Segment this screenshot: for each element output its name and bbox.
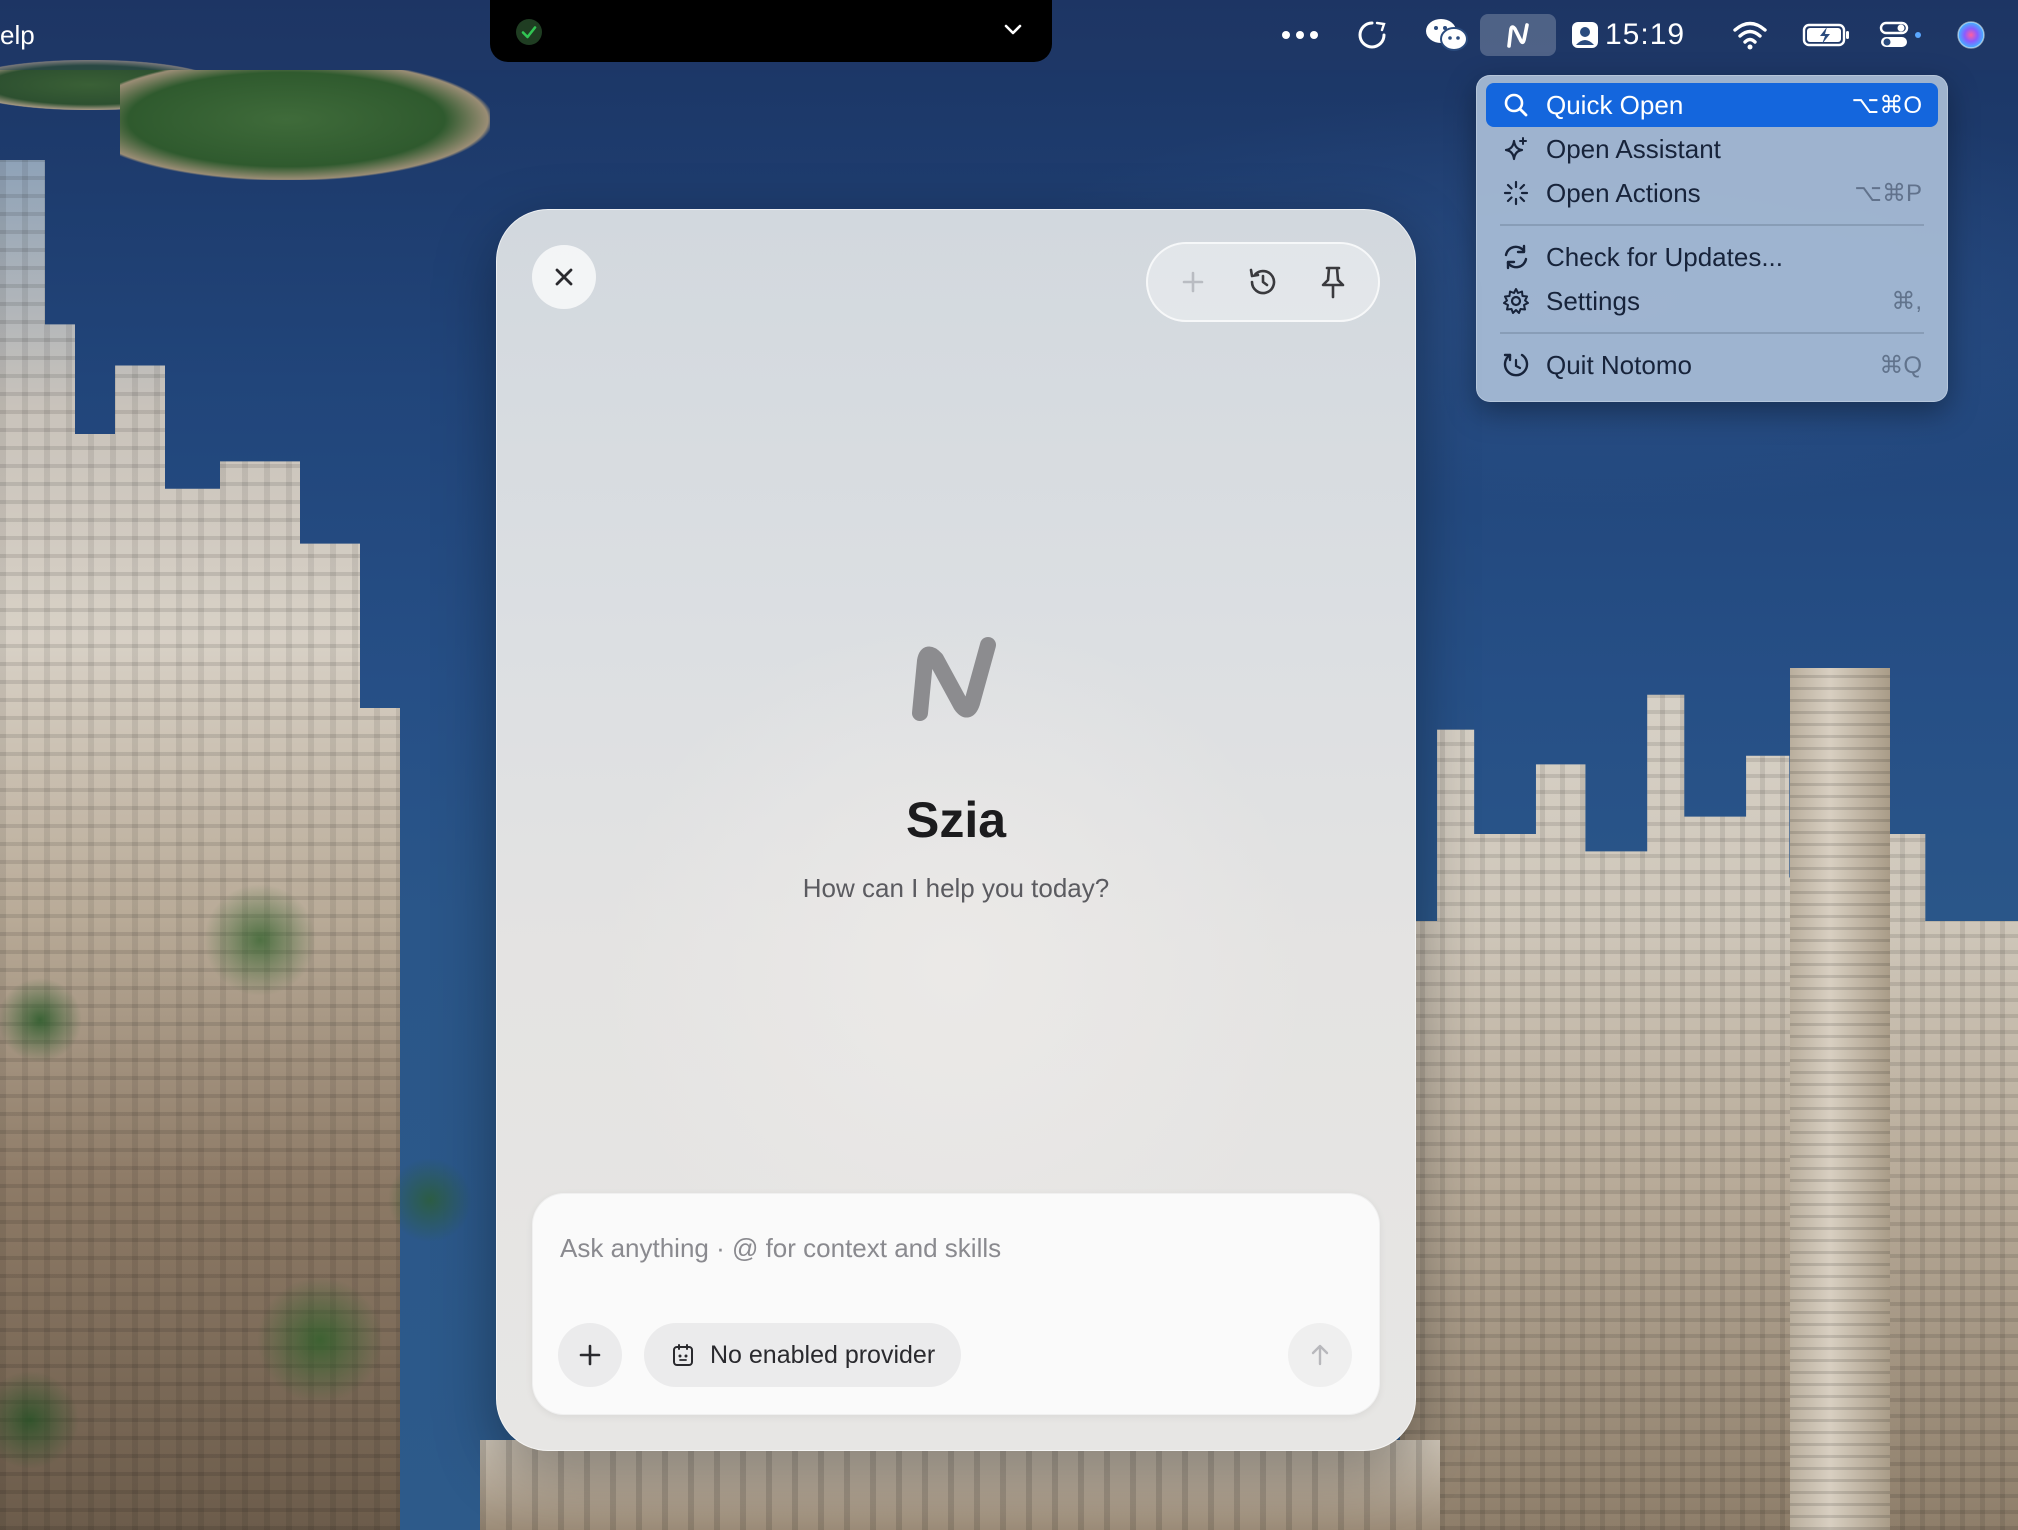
notomo-icon[interactable] [1480,14,1556,56]
siri-icon[interactable] [1952,14,1990,56]
wechat-icon[interactable] [1422,14,1472,56]
calendar-robot-icon [672,1343,694,1367]
panel-toolbar [1146,242,1380,322]
overflow-dots-icon[interactable] [1278,14,1322,56]
menu-item-label: Quick Open [1546,89,1684,120]
wifi-icon[interactable] [1728,14,1772,56]
user-accounts-icon[interactable] [1566,14,1604,56]
menu-item-settings[interactable]: Settings ⌘, [1486,279,1938,323]
menu-separator [1500,224,1924,226]
menu-bar-clock[interactable]: 15:19 [1605,18,1685,52]
menu-item-open-actions[interactable]: Open Actions ⌥⌘P [1486,171,1938,215]
provider-select-button[interactable]: No enabled provider [644,1323,962,1387]
pin-icon [1321,266,1345,299]
chevron-down-icon[interactable] [1002,18,1024,45]
arrow-up-icon [1311,1344,1329,1366]
check-icon [516,19,542,45]
menu-item-quit-notomo[interactable]: Quit Notomo ⌘Q [1486,343,1938,387]
new-chat-button[interactable] [1167,256,1219,308]
wallpaper-city-bottom [480,1440,1440,1530]
close-button[interactable] [532,245,596,309]
menu-item-label: Settings [1546,285,1640,316]
notomo-logo [906,627,1006,732]
menu-item-label: Open Actions [1546,177,1701,208]
menu-item-label: Open Assistant [1546,133,1721,164]
menu-item-open-assistant[interactable]: Open Assistant [1486,127,1938,171]
search-icon [1500,89,1532,121]
greeting-subtitle: How can I help you today? [802,873,1110,903]
plus-icon [579,1344,601,1366]
menu-item-shortcut: ⌥⌘P [1854,180,1922,207]
menu-item-shortcut: ⌘Q [1879,352,1922,379]
wallpaper-greenery [0,820,500,1530]
notch-status-island[interactable] [490,0,1052,62]
menu-bar: elp 15:19 [0,0,2018,70]
menu-item-check-for-updates[interactable]: Check for Updates... [1486,235,1938,279]
menu-item-label: Check for Updates... [1546,241,1783,272]
close-icon [555,268,573,286]
send-button[interactable] [1288,1323,1352,1387]
control-center-icon[interactable] [1878,14,1924,56]
chat-input[interactable]: Ask anything · @ for context and skills [560,1233,1001,1264]
assistant-panel: Szia How can I help you today? Ask anyth… [496,209,1416,1451]
menu-item-label: Quit Notomo [1546,349,1692,380]
quit-icon [1500,349,1532,381]
menu-item-shortcut: ⌘, [1891,288,1922,315]
history-button[interactable] [1237,256,1289,308]
menu-item-shortcut: ⌥⌘O [1851,92,1922,119]
pin-button[interactable] [1307,256,1359,308]
menu-separator [1500,332,1924,334]
attach-button[interactable] [558,1323,622,1387]
actions-icon [1500,177,1532,209]
menu-bar-help-menu[interactable]: elp [0,20,35,51]
provider-label: No enabled provider [710,1340,936,1369]
menu-item-quick-open[interactable]: Quick Open ⌥⌘O [1486,83,1938,127]
wallpaper-tower [1790,668,1890,1530]
history-icon [1249,268,1276,295]
notomo-status-menu: Quick Open ⌥⌘O Open Assistant Open Actio… [1476,75,1948,402]
chat-composer: Ask anything · @ for context and skills … [532,1193,1380,1415]
sparkle-icon [1500,133,1532,165]
sync-icon[interactable] [1350,14,1394,56]
wallpaper-island [120,70,490,180]
battery-charging-icon[interactable] [1800,14,1854,56]
greeting-title: Szia [905,792,1007,848]
gear-icon [1500,285,1532,317]
refresh-icon [1500,241,1532,273]
plus-icon [1182,271,1204,293]
